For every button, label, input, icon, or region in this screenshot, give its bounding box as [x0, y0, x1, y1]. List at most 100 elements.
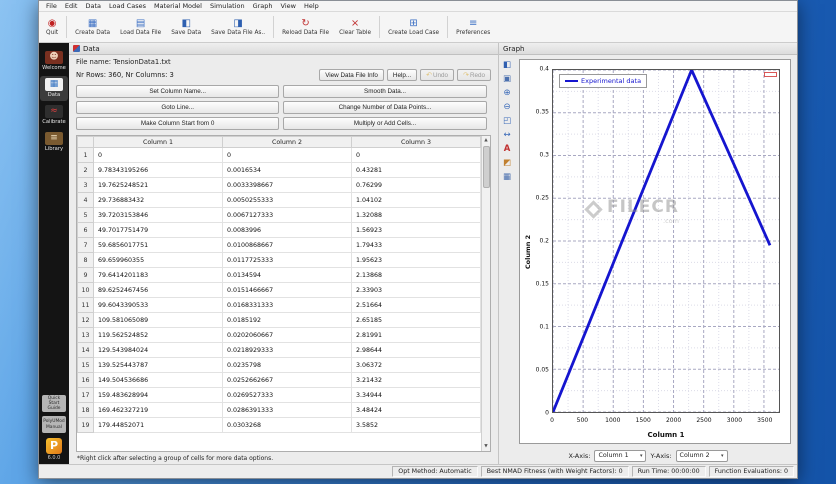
table-cell[interactable]: 109.581065089: [93, 312, 223, 328]
sidebar-item-calibrate[interactable]: ≈ Calibrate: [40, 103, 68, 128]
table-cell[interactable]: 79.6414201183: [93, 267, 223, 283]
table-cell[interactable]: 2.65185: [351, 312, 481, 328]
column-header[interactable]: Column 2: [222, 136, 352, 148]
menu-graph[interactable]: Graph: [249, 2, 277, 10]
table-cell[interactable]: 1.79433: [351, 237, 481, 253]
copy-plot-icon[interactable]: ▣: [501, 73, 514, 85]
table-cell[interactable]: 0.0218929333: [222, 342, 352, 358]
table-cell[interactable]: 0.0067127333: [222, 207, 352, 223]
create-load-case-button[interactable]: ⊞ Create Load Case: [383, 13, 444, 41]
table-cell[interactable]: 0.0168331333: [222, 297, 352, 313]
table-cell[interactable]: 2.13868: [351, 267, 481, 283]
menu-view[interactable]: View: [277, 2, 300, 10]
table-cell[interactable]: 0: [222, 147, 352, 163]
table-cell[interactable]: 59.6856017751: [93, 237, 223, 253]
preferences-button[interactable]: ≡ Preferences: [451, 13, 495, 41]
scroll-up-arrow[interactable]: ▲: [484, 136, 487, 145]
zoom-out-icon[interactable]: ⊖: [501, 101, 514, 113]
smooth-data-button[interactable]: Smooth Data...: [283, 85, 487, 98]
redo-button[interactable]: ↷Redo: [457, 69, 491, 81]
table-cell[interactable]: 39.7203153846: [93, 207, 223, 223]
zoom-in-icon[interactable]: ⊕: [501, 87, 514, 99]
reload-data-file-button[interactable]: ↻ Reload Data File: [277, 13, 334, 41]
y-axis-select[interactable]: Column 2 ▾: [675, 449, 728, 462]
polyumod-manual-button[interactable]: PolyUMod Manual: [42, 416, 66, 433]
palette-icon[interactable]: ◩: [501, 157, 514, 169]
table-cell[interactable]: 0.0117725333: [222, 252, 352, 268]
menu-simulation[interactable]: Simulation: [206, 2, 249, 10]
table-cell[interactable]: 0.0252662667: [222, 372, 352, 388]
column-header[interactable]: Column 3: [351, 136, 481, 148]
table-cell[interactable]: 69.659960355: [93, 252, 223, 268]
table-cell[interactable]: 169.462327219: [93, 402, 223, 418]
data-panel-header[interactable]: Data: [69, 43, 498, 55]
table-cell[interactable]: 2.98644: [351, 342, 481, 358]
quit-button[interactable]: ◉ Quit: [41, 13, 63, 41]
sidebar-item-welcome[interactable]: ☻ Welcome: [40, 49, 68, 74]
scrollbar-thumb[interactable]: [482, 146, 490, 188]
table-cell[interactable]: 129.543984024: [93, 342, 223, 358]
save-plot-icon[interactable]: ◧: [501, 59, 514, 71]
table-cell[interactable]: 0.0050255333: [222, 192, 352, 208]
goto-line-button[interactable]: Goto Line...: [76, 101, 280, 114]
table-cell[interactable]: 0.0286391333: [222, 402, 352, 418]
table-cell[interactable]: 2.33903: [351, 282, 481, 298]
table-cell[interactable]: 179.44852071: [93, 417, 223, 433]
table-cell[interactable]: 139.525443787: [93, 357, 223, 373]
table-cell[interactable]: 49.7017751479: [93, 222, 223, 238]
quick-start-guide-button[interactable]: Quick Start Guide: [42, 394, 66, 412]
help-button[interactable]: Help...: [386, 69, 418, 81]
table-cell[interactable]: 0.0151466667: [222, 282, 352, 298]
table-cell[interactable]: 3.21432: [351, 372, 481, 388]
table-cell[interactable]: 0: [93, 147, 223, 163]
table-cell[interactable]: 2.51664: [351, 297, 481, 313]
table-cell[interactable]: 0.0235798: [222, 357, 352, 373]
table-cell[interactable]: 2.81991: [351, 327, 481, 343]
menu-load-cases[interactable]: Load Cases: [105, 2, 150, 10]
grid-icon[interactable]: ▦: [501, 171, 514, 183]
column-header[interactable]: Column 1: [93, 136, 223, 148]
multiply-or-add-cells-button[interactable]: Multiply or Add Cells...: [283, 117, 487, 130]
table-cell[interactable]: 0.0134594: [222, 267, 352, 283]
table-cell[interactable]: 3.34944: [351, 387, 481, 403]
table-cell[interactable]: 0.0033398667: [222, 177, 352, 193]
table-cell[interactable]: 0.0083996: [222, 222, 352, 238]
table-cell[interactable]: 0: [351, 147, 481, 163]
make-column-start-from-0-button[interactable]: Make Column Start from 0: [76, 117, 280, 130]
zoom-region-icon[interactable]: ◰: [501, 115, 514, 127]
plot-area[interactable]: Experimental data: [552, 69, 780, 413]
menu-data[interactable]: Data: [81, 2, 105, 10]
graph-panel-header[interactable]: Graph: [499, 43, 797, 55]
save-data-button[interactable]: ◧ Save Data: [166, 13, 206, 41]
table-cell[interactable]: 1.32088: [351, 207, 481, 223]
table-cell[interactable]: 3.06372: [351, 357, 481, 373]
table-cell[interactable]: 149.504536686: [93, 372, 223, 388]
table-cell[interactable]: 1.56923: [351, 222, 481, 238]
change-number-of-data-points-button[interactable]: Change Number of Data Points...: [283, 101, 487, 114]
polymerfem-logo[interactable]: P: [46, 438, 62, 454]
create-data-button[interactable]: ▦ Create Data: [70, 13, 115, 41]
clear-table-button[interactable]: × Clear Table: [334, 13, 376, 41]
table-cell[interactable]: 0.0269527333: [222, 387, 352, 403]
table-cell[interactable]: 119.562524852: [93, 327, 223, 343]
table-cell[interactable]: 0.43281: [351, 162, 481, 178]
table-cell[interactable]: 89.6252467456: [93, 282, 223, 298]
table-cell[interactable]: 1.04102: [351, 192, 481, 208]
sidebar-item-data[interactable]: ▦ Data: [40, 76, 68, 101]
table-scrollbar[interactable]: ▲ ▼: [481, 136, 490, 451]
text-label-icon[interactable]: A: [501, 143, 514, 155]
table-cell[interactable]: 19.7625248521: [93, 177, 223, 193]
table-cell[interactable]: 29.736883432: [93, 192, 223, 208]
table-cell[interactable]: 0.0303268: [222, 417, 352, 433]
menu-material-model[interactable]: Material Model: [150, 2, 206, 10]
table-cell[interactable]: 3.48424: [351, 402, 481, 418]
table-cell[interactable]: 159.483628994: [93, 387, 223, 403]
table-cell[interactable]: 0.0016534: [222, 162, 352, 178]
menu-file[interactable]: File: [42, 2, 61, 10]
x-axis-select[interactable]: Column 1 ▾: [594, 449, 647, 462]
table-cell[interactable]: 0.0185192: [222, 312, 352, 328]
undo-button[interactable]: ↶Undo: [420, 69, 455, 81]
scroll-down-arrow[interactable]: ▼: [484, 442, 487, 451]
table-cell[interactable]: 3.5852: [351, 417, 481, 433]
table-cell[interactable]: 0.76299: [351, 177, 481, 193]
